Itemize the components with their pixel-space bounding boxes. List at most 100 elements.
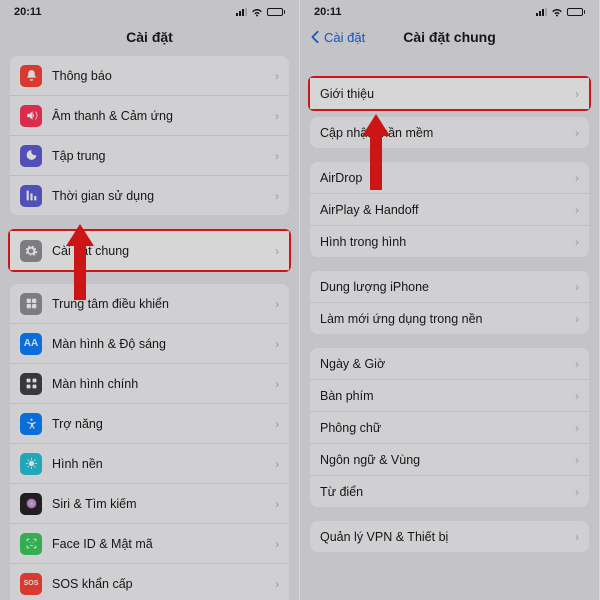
settings-row[interactable]: Hình trong hình ›: [310, 226, 589, 257]
settings-row[interactable]: Làm mới ứng dụng trong nền ›: [310, 303, 589, 334]
status-right: [236, 8, 286, 17]
chevron-right-icon: ›: [575, 280, 579, 294]
group-d: Ngày & Giờ›Bàn phím›Phông chữ›Ngôn ngữ &…: [310, 348, 589, 507]
settings-list[interactable]: Thông báo›Âm thanh & Cảm ứng›Tập trung›T…: [0, 54, 299, 600]
settings-row[interactable]: Phông chữ ›: [310, 412, 589, 444]
settings-row[interactable]: Trợ năng›: [10, 404, 289, 444]
row-general-highlighted: Cài đặt chung ›: [8, 229, 291, 272]
chevron-right-icon: ›: [275, 109, 279, 123]
chevron-right-icon: ›: [275, 337, 279, 351]
chevron-right-icon: ›: [275, 497, 279, 511]
row-label: Cài đặt chung: [52, 244, 269, 258]
row-label: Âm thanh & Cảm ứng: [52, 109, 269, 123]
chevron-right-icon: ›: [275, 189, 279, 203]
row-label: Làm mới ứng dụng trong nền: [320, 312, 569, 326]
group-c: Dung lượng iPhone›Làm mới ứng dụng trong…: [310, 271, 589, 334]
settings-row[interactable]: Cập nhật phần mềm›: [310, 117, 589, 148]
row-label: Từ điển: [320, 485, 569, 499]
page-title: Cài đặt chung: [403, 29, 496, 45]
settings-row[interactable]: Face ID & Mật mã›: [10, 524, 289, 564]
settings-row[interactable]: AA Màn hình & Độ sáng ›: [10, 324, 289, 364]
settings-row[interactable]: Màn hình chính›: [10, 364, 289, 404]
chevron-right-icon: ›: [575, 235, 579, 249]
group-general-below: Trung tâm điều khiển › AA Màn hình & Độ sán…: [10, 284, 289, 600]
row-label: Thông báo: [52, 69, 269, 83]
row-label: SOS khẩn cấp: [52, 577, 269, 591]
row-label: Thời gian sử dụng: [52, 189, 269, 203]
back-label: Cài đặt: [324, 30, 365, 45]
group-e: Quản lý VPN & Thiết bị ›: [310, 521, 589, 552]
back-button[interactable]: Cài đặt: [308, 30, 365, 45]
faceid-icon: [20, 533, 42, 555]
chevron-right-icon: ›: [275, 149, 279, 163]
control-center-icon: [20, 293, 42, 315]
settings-row[interactable]: Bàn phím›: [310, 380, 589, 412]
row-label: Trung tâm điều khiển: [52, 297, 269, 311]
settings-row[interactable]: Siri & Tìm kiếm ›: [10, 484, 289, 524]
chevron-right-icon: ›: [275, 537, 279, 551]
chevron-right-icon: ›: [275, 69, 279, 83]
siri-icon: [20, 493, 42, 515]
status-bar: 20:11: [0, 0, 299, 20]
row-about-highlighted: Giới thiệu ›: [308, 76, 591, 111]
row-label: Siri & Tìm kiếm: [52, 497, 269, 511]
settings-row[interactable]: Từ điển ›: [310, 476, 589, 507]
chevron-right-icon: ›: [575, 485, 579, 499]
settings-row[interactable]: Ngôn ngữ & Vùng›: [310, 444, 589, 476]
row-label: Hình nền: [52, 457, 269, 471]
display-icon: AA: [20, 333, 42, 355]
status-time: 20:11: [314, 6, 342, 18]
settings-row[interactable]: AirPlay & Handoff›: [310, 194, 589, 226]
row-about[interactable]: Giới thiệu ›: [310, 78, 589, 109]
chevron-right-icon: ›: [575, 171, 579, 185]
group-notifications: Thông báo›Âm thanh & Cảm ứng›Tập trung›T…: [10, 56, 289, 215]
row-label: Phông chữ: [320, 421, 569, 435]
settings-row[interactable]: SOSSOS khẩn cấp›: [10, 564, 289, 600]
settings-row[interactable]: Dung lượng iPhone ›: [310, 271, 589, 303]
row-label: Màn hình chính: [52, 377, 269, 391]
row-label: Giới thiệu: [320, 87, 569, 101]
settings-row[interactable]: Âm thanh & Cảm ứng ›: [10, 96, 289, 136]
general-screen: 20:11 Cài đặt Cài đặt chung Giới thiệu ›…: [300, 0, 600, 600]
gear-icon: [20, 240, 42, 262]
chevron-right-icon: ›: [575, 421, 579, 435]
status-right: [536, 8, 586, 17]
signal-icon: [536, 8, 547, 16]
chevron-right-icon: ›: [575, 87, 579, 101]
row-label: AirPlay & Handoff: [320, 203, 569, 217]
row-label: Tập trung: [52, 149, 269, 163]
row-label: AirDrop: [320, 171, 569, 185]
chevron-right-icon: ›: [275, 297, 279, 311]
chevron-right-icon: ›: [575, 530, 579, 544]
row-label: Hình trong hình: [320, 235, 569, 249]
navbar: Cài đặt Cài đặt chung: [300, 20, 599, 54]
settings-row[interactable]: Thời gian sử dụng ›: [10, 176, 289, 215]
settings-row[interactable]: Ngày & Giờ›: [310, 348, 589, 380]
notification-icon: [20, 65, 42, 87]
settings-row[interactable]: Thông báo ›: [10, 56, 289, 96]
row-label: Cập nhật phần mềm: [320, 126, 569, 140]
row-label: Ngày & Giờ: [320, 357, 569, 371]
row-label: Quản lý VPN & Thiết bị: [320, 530, 569, 544]
chevron-right-icon: ›: [575, 312, 579, 326]
sos-icon: SOS: [20, 573, 42, 595]
chevron-right-icon: ›: [275, 457, 279, 471]
screentime-icon: [20, 185, 42, 207]
settings-row[interactable]: AirDrop ›: [310, 162, 589, 194]
accessibility-icon: [20, 413, 42, 435]
status-bar: 20:11: [300, 0, 599, 20]
wallpaper-icon: [20, 453, 42, 475]
group-a: Cập nhật phần mềm›: [310, 117, 589, 148]
settings-row[interactable]: Tập trung ›: [10, 136, 289, 176]
row-label: Màn hình & Độ sáng: [52, 337, 269, 351]
chevron-right-icon: ›: [275, 417, 279, 431]
settings-row[interactable]: Hình nền ›: [10, 444, 289, 484]
general-list[interactable]: Giới thiệu › Cập nhật phần mềm› AirDrop›…: [300, 54, 599, 600]
settings-row[interactable]: Trung tâm điều khiển ›: [10, 284, 289, 324]
battery-icon: [567, 8, 586, 16]
row-label: Bàn phím: [320, 389, 569, 403]
settings-row[interactable]: Quản lý VPN & Thiết bị ›: [310, 521, 589, 552]
row-general[interactable]: Cài đặt chung ›: [10, 231, 289, 270]
row-label: Dung lượng iPhone: [320, 280, 569, 294]
chevron-right-icon: ›: [575, 453, 579, 467]
